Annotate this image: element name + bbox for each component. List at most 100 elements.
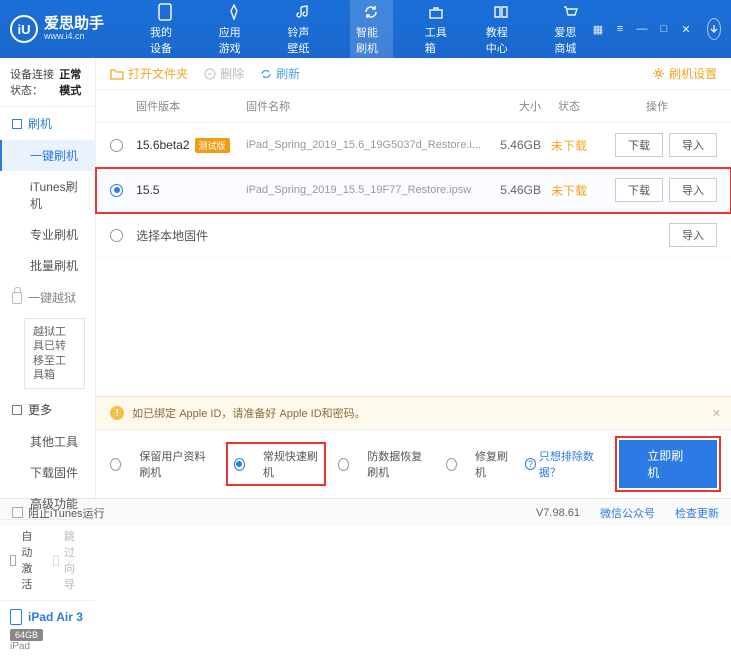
fw-status: 未下载	[541, 137, 597, 154]
beta-badge: 测试版	[195, 138, 230, 153]
nav-my-device[interactable]: 我的设备	[144, 0, 187, 60]
download-button[interactable]: 下载	[615, 133, 663, 157]
app-url: www.i4.cn	[44, 32, 104, 42]
import-button[interactable]: 导入	[669, 178, 717, 202]
book-icon	[492, 3, 510, 21]
sidebar-item-other[interactable]: 其他工具	[0, 426, 95, 457]
title-bar: iU 爱思助手 www.i4.cn 我的设备 应用游戏 铃声壁纸 智能刷机 工具…	[0, 0, 731, 58]
menu-icon[interactable]: ▦	[591, 23, 605, 36]
th-ops: 操作	[597, 98, 717, 114]
mode-repair[interactable]: 修复刷机	[446, 448, 511, 480]
device-name: iPad Air 3	[28, 610, 83, 624]
refresh-button[interactable]: 刷新	[260, 65, 300, 82]
auto-activate-checkbox[interactable]: 自动激活	[10, 528, 43, 592]
main-panel: 打开文件夹 删除 刷新 刷机设置 固件版本 固件名称 大小 状态 操作 15.6…	[96, 58, 731, 498]
th-status: 状态	[541, 98, 597, 114]
connection-status: 设备连接状态：正常模式	[0, 58, 95, 107]
delete-button[interactable]: 删除	[204, 65, 244, 82]
square-icon	[12, 119, 22, 129]
app-name: 爱思助手	[44, 16, 104, 33]
device-panel[interactable]: iPad Air 3 64GB iPad	[0, 600, 95, 660]
nav-tutorial[interactable]: 教程中心	[480, 0, 523, 60]
fw-filename: iPad_Spring_2019_15.6_19G5037d_Restore.i…	[246, 139, 481, 151]
status-bar: 阻止iTunes运行 V7.98.61 微信公众号 检查更新	[0, 498, 731, 526]
flash-settings-button[interactable]: 刷机设置	[652, 65, 717, 82]
device-type: iPad	[10, 641, 85, 652]
notice-text: 如已绑定 Apple ID，请准备好 Apple ID和密码。	[132, 405, 366, 421]
sidebar-options: 自动激活 跳过向导	[0, 519, 95, 600]
app-logo: iU 爱思助手 www.i4.cn	[10, 15, 104, 43]
sidebar-item-itunes[interactable]: iTunes刷机	[0, 171, 95, 219]
flash-mode-bar: 保留用户资料刷机 常规快速刷机 防数据恢复刷机 修复刷机 ?只想排除数据？ 立即…	[96, 429, 731, 498]
nav-flash[interactable]: 智能刷机	[350, 0, 393, 60]
help-icon: ?	[525, 458, 536, 470]
mode-anti-recovery[interactable]: 防数据恢复刷机	[338, 448, 432, 480]
table-header: 固件版本 固件名称 大小 状态 操作	[96, 90, 731, 123]
local-firmware-label: 选择本地固件	[136, 227, 597, 244]
jailbreak-notice: 越狱工具已转移至工具箱	[24, 318, 85, 389]
window-controls: ▦ ≡ — □ ✕	[591, 18, 721, 40]
download-button[interactable]: 下载	[615, 178, 663, 202]
block-itunes-checkbox[interactable]: 阻止iTunes运行	[12, 505, 105, 521]
logo-icon: iU	[10, 15, 38, 43]
local-firmware-row[interactable]: 选择本地固件 导入	[96, 213, 731, 258]
sidebar-group-flash[interactable]: 刷机	[0, 107, 95, 140]
import-button[interactable]: 导入	[669, 223, 717, 247]
row-radio[interactable]	[110, 184, 123, 197]
sidebar-item-oneclick[interactable]: 一键刷机	[0, 140, 95, 171]
sidebar-item-pro[interactable]: 专业刷机	[0, 219, 95, 250]
check-update-link[interactable]: 检查更新	[675, 505, 719, 521]
phone-icon	[156, 3, 174, 21]
nav-store[interactable]: 爱思商城	[548, 0, 591, 60]
skip-guide-checkbox[interactable]: 跳过向导	[53, 528, 86, 592]
exclude-data-link[interactable]: ?只想排除数据？	[525, 448, 605, 480]
apple-id-notice: ! 如已绑定 Apple ID，请准备好 Apple ID和密码。 ✕	[96, 396, 731, 429]
fw-version: 15.5	[136, 183, 159, 197]
open-folder-button[interactable]: 打开文件夹	[110, 65, 188, 82]
refresh-icon	[362, 3, 380, 21]
nav-ringtone[interactable]: 铃声壁纸	[281, 0, 324, 60]
apps-icon	[225, 3, 243, 21]
row-radio[interactable]	[110, 139, 123, 152]
tablet-icon	[10, 609, 22, 625]
close-icon[interactable]: ✕	[679, 23, 693, 36]
fw-status: 未下载	[541, 182, 597, 199]
firmware-row-selected[interactable]: 15.5 iPad_Spring_2019_15.5_19F77_Restore…	[96, 168, 731, 213]
toolbar: 打开文件夹 删除 刷新 刷机设置	[96, 58, 731, 90]
sidebar-group-more[interactable]: 更多	[0, 393, 95, 426]
wechat-link[interactable]: 微信公众号	[600, 505, 655, 521]
toolbox-icon	[427, 3, 445, 21]
settings-icon[interactable]: ≡	[613, 23, 627, 35]
download-manager-icon[interactable]	[707, 18, 721, 40]
th-name: 固件名称	[246, 98, 481, 114]
minimize-icon[interactable]: —	[635, 23, 649, 35]
square-icon	[12, 405, 22, 415]
nav-apps[interactable]: 应用游戏	[213, 0, 256, 60]
sidebar-item-batch[interactable]: 批量刷机	[0, 250, 95, 281]
flash-now-button[interactable]: 立即刷机	[619, 440, 717, 488]
fw-filename: iPad_Spring_2019_15.5_19F77_Restore.ipsw	[246, 184, 481, 196]
fw-version: 15.6beta2	[136, 138, 189, 152]
device-capacity: 64GB	[10, 629, 43, 641]
sidebar: 设备连接状态：正常模式 刷机 一键刷机 iTunes刷机 专业刷机 批量刷机 一…	[0, 58, 96, 498]
warning-icon: !	[110, 406, 124, 420]
th-version: 固件版本	[136, 98, 246, 114]
sidebar-item-downloadfw[interactable]: 下载固件	[0, 457, 95, 488]
music-icon	[294, 3, 312, 21]
close-notice-icon[interactable]: ✕	[712, 407, 721, 420]
maximize-icon[interactable]: □	[657, 23, 671, 35]
mode-keep-data[interactable]: 保留用户资料刷机	[110, 448, 214, 480]
sidebar-group-jailbreak[interactable]: 一键越狱	[0, 281, 95, 314]
lock-icon	[12, 292, 22, 304]
app-version: V7.98.61	[536, 507, 580, 519]
top-nav: 我的设备 应用游戏 铃声壁纸 智能刷机 工具箱 教程中心 爱思商城	[144, 0, 591, 60]
row-radio[interactable]	[110, 229, 123, 242]
firmware-row[interactable]: 15.6beta2 测试版 iPad_Spring_2019_15.6_19G50…	[96, 123, 731, 168]
nav-toolbox[interactable]: 工具箱	[419, 0, 454, 60]
fw-size: 5.46GB	[481, 183, 541, 197]
th-size: 大小	[481, 98, 541, 114]
fw-size: 5.46GB	[481, 138, 541, 152]
mode-normal[interactable]: 常规快速刷机	[228, 444, 324, 484]
import-button[interactable]: 导入	[669, 133, 717, 157]
cart-icon	[561, 3, 579, 21]
